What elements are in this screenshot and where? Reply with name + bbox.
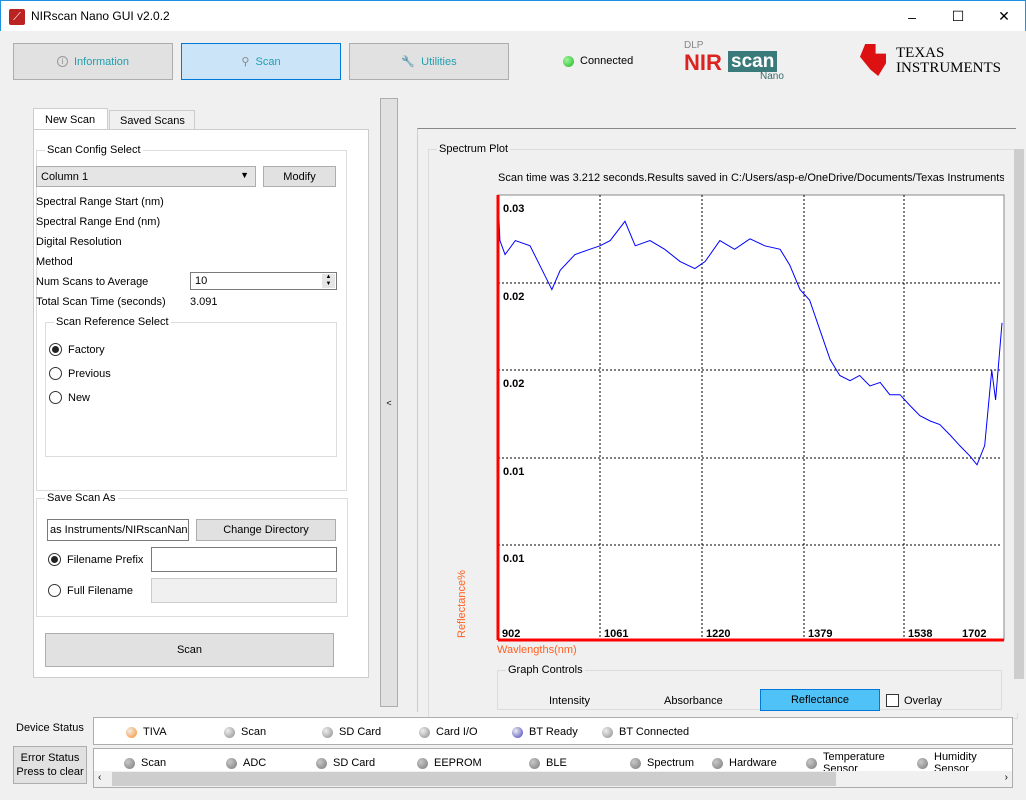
status-label: Card I/O <box>436 726 478 738</box>
y-tick-label: 0.02 <box>503 291 524 303</box>
status-label: SD Card <box>339 726 382 738</box>
error-status-item: Scan <box>124 757 214 769</box>
device-status-item: Card I/O <box>419 726 478 738</box>
status-label: Scan <box>141 757 167 769</box>
reflectance-button[interactable]: Reflectance <box>760 689 880 711</box>
device-status-item: Scan <box>224 726 266 738</box>
device-status-item: BT Ready <box>512 726 578 738</box>
horizontal-scrollbar[interactable]: ‹ › <box>94 771 1012 787</box>
status-label: Hardware <box>729 757 777 769</box>
status-led-icon <box>419 726 430 738</box>
error-status-item: Spectrum <box>630 757 720 769</box>
x-tick-label: 1702 <box>962 628 986 640</box>
error-status-clear-button[interactable]: Error Status Press to clear <box>13 746 87 784</box>
absorbance-button[interactable]: Absorbance <box>664 695 723 707</box>
status-label: BLE <box>546 757 567 769</box>
device-status-bar: TIVA Scan SD Card Card I/O BT Ready BT Connec… <box>93 717 1013 745</box>
x-tick-label: 1220 <box>706 628 730 640</box>
error-status-item: EEPROM <box>417 757 507 769</box>
y-tick-label: 0.01 <box>503 466 524 478</box>
error-status-item: ADC <box>226 757 316 769</box>
y-tick-label: 0.02 <box>503 378 524 390</box>
status-led-icon <box>529 757 540 769</box>
status-led-icon <box>417 757 428 769</box>
status-led-icon <box>224 726 235 738</box>
scroll-left-icon[interactable]: ‹ <box>98 772 101 783</box>
error-status-item: Hardware <box>712 757 802 769</box>
status-led-icon <box>126 726 137 738</box>
status-led-icon <box>602 726 613 738</box>
y-tick-label: 0.03 <box>503 203 524 215</box>
scroll-right-icon[interactable]: › <box>1005 772 1008 783</box>
x-tick-label: 1538 <box>908 628 932 640</box>
scrollbar-thumb[interactable] <box>112 772 836 786</box>
status-led-icon <box>630 757 641 769</box>
status-led-icon <box>806 757 817 769</box>
y-axis-label: Reflectance% <box>456 570 468 638</box>
status-label: Scan <box>241 726 267 738</box>
device-status-item: TIVA <box>126 726 167 738</box>
status-led-icon <box>917 757 928 769</box>
error-status-item: SD Card <box>316 757 406 769</box>
y-tick-label: 0.01 <box>503 553 524 565</box>
status-label: SD Card <box>333 757 376 769</box>
plot-area <box>497 194 1005 641</box>
overlay-label: Overlay <box>904 694 942 707</box>
checkbox-icon <box>886 694 899 707</box>
status-label: BT Ready <box>529 726 578 738</box>
status-led-icon <box>226 757 237 769</box>
x-tick-label: 1379 <box>808 628 832 640</box>
status-led-icon <box>124 757 135 769</box>
error-status-bar: Humidity Sensor Temperature Sensor Hardwar… <box>93 748 1013 788</box>
x-tick-label: 1061 <box>604 628 628 640</box>
error-status-line1: Error Status <box>20 752 80 764</box>
device-status-label: Device Status <box>16 722 84 734</box>
x-axis-label: Wavlengths(nm) <box>497 644 577 656</box>
graph-controls-legend: Graph Controls <box>506 664 585 676</box>
status-label: TIVA <box>143 726 167 738</box>
error-status-item: BLE <box>529 757 619 769</box>
status-label: Spectrum <box>647 757 695 769</box>
overlay-checkbox[interactable]: Overlay <box>886 694 942 707</box>
device-status-item: BT Connected <box>602 726 689 738</box>
x-tick-label: 902 <box>502 628 520 640</box>
status-label: ADC <box>243 757 267 769</box>
error-status-line2: Press to clear <box>16 766 84 778</box>
status-label: EEPROM <box>434 757 482 769</box>
intensity-button[interactable]: Intensity <box>549 695 590 707</box>
status-led-icon <box>512 726 523 738</box>
status-led-icon <box>322 726 333 738</box>
device-status-item: SD Card <box>322 726 381 738</box>
status-led-icon <box>316 757 327 769</box>
status-label: BT Connected <box>619 726 690 738</box>
